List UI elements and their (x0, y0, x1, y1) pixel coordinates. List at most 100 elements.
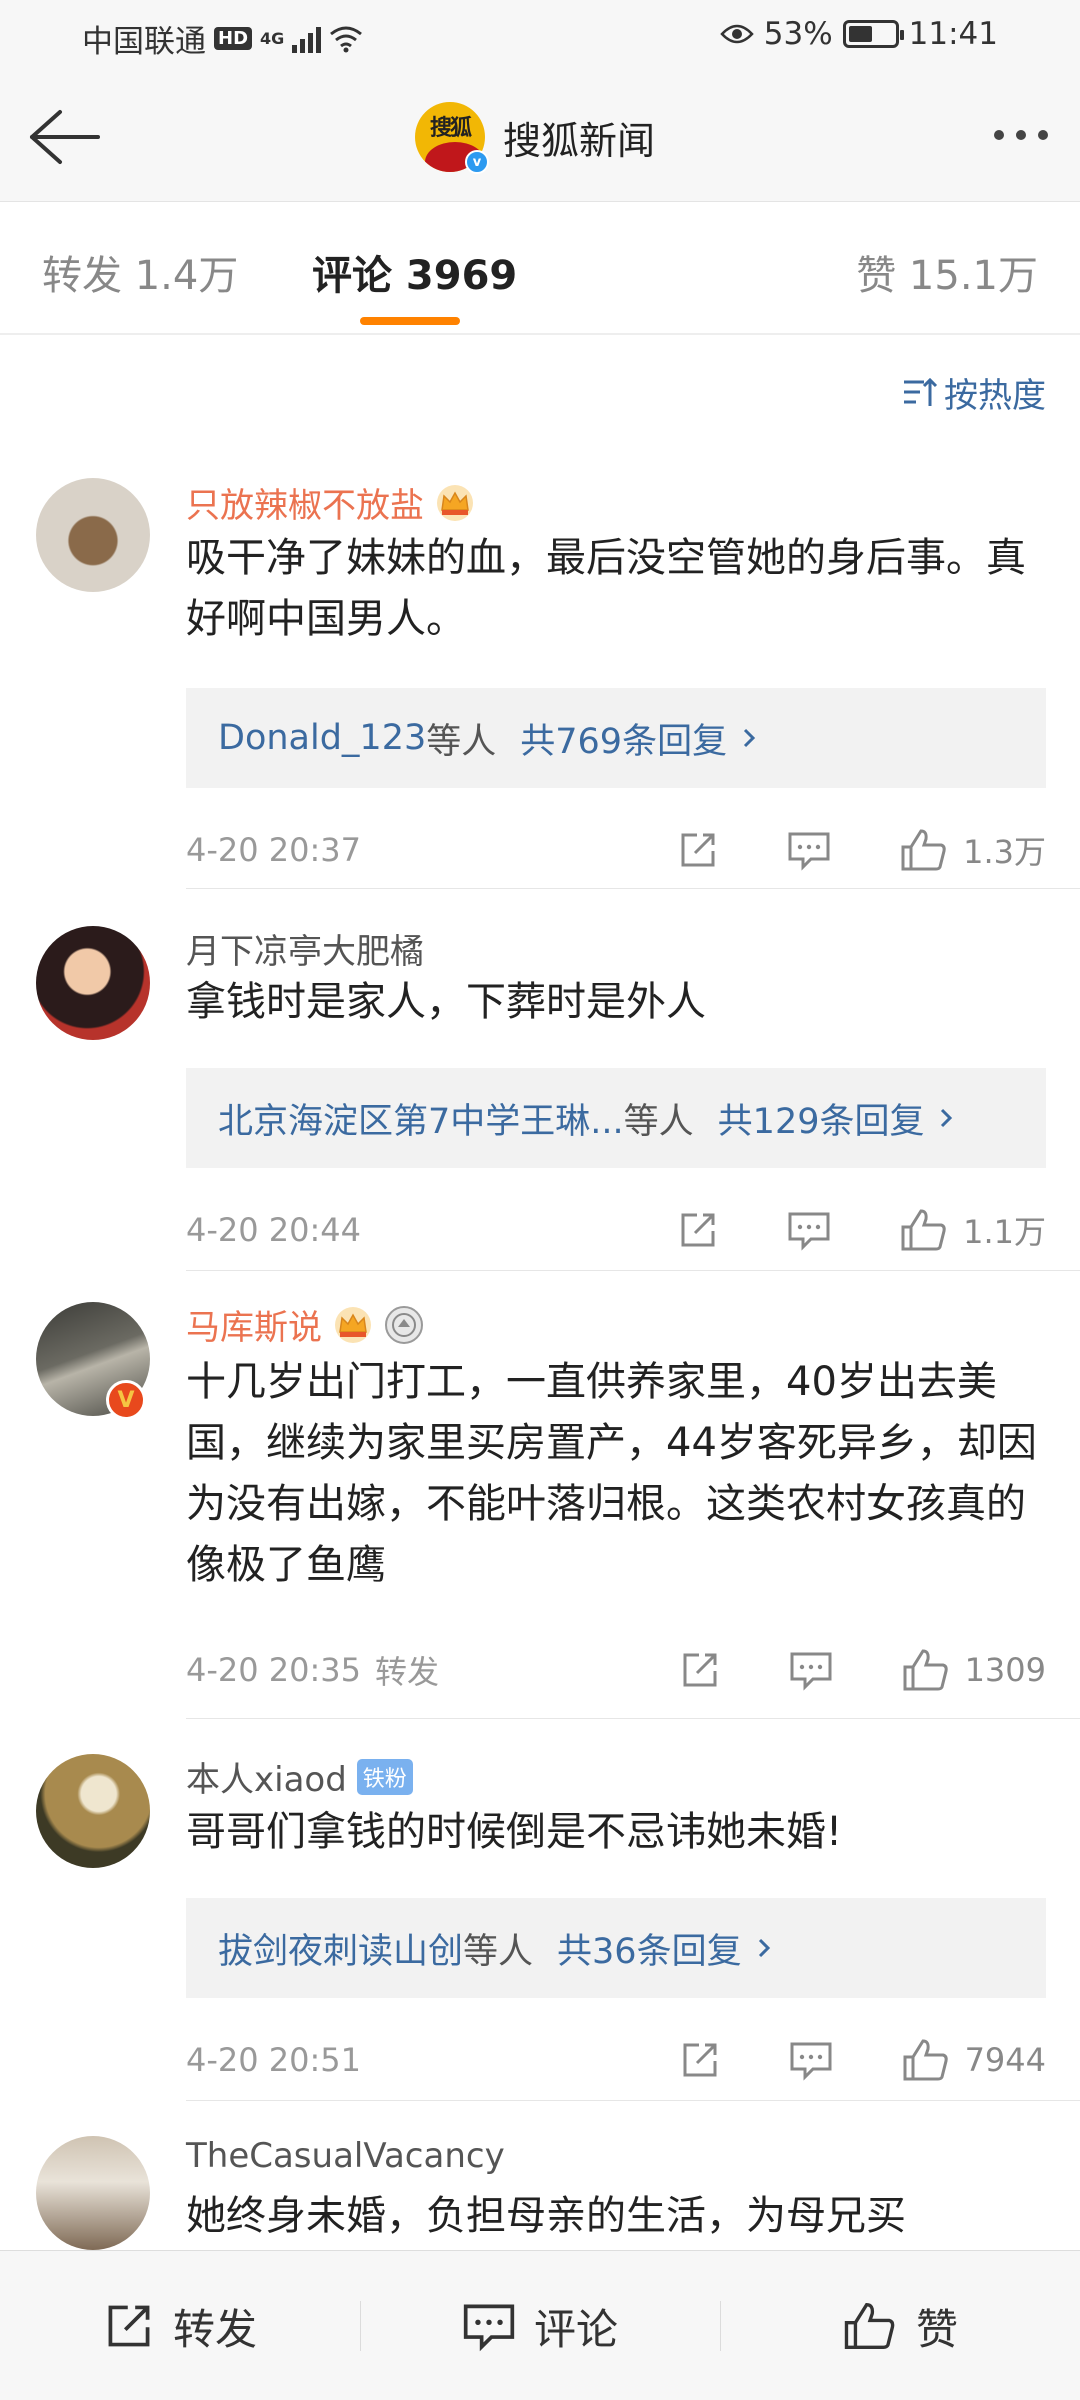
reply-total: 共36条回复 (557, 1931, 742, 1972)
signal-icon (292, 25, 322, 53)
comment-meta: 4-20 20:44 1.1万 (186, 1200, 1046, 1260)
replies-preview[interactable]: 北京海淀区第7中学王琳... 等人 共129条回复 (186, 1068, 1046, 1168)
sort-icon (904, 377, 938, 406)
comment-text: 哥哥们拿钱的时候倒是不忌讳她未婚! (186, 1809, 843, 1855)
comment-author[interactable]: 马库斯说 (186, 1300, 424, 1349)
medal-icon (385, 1305, 423, 1344)
divider (186, 888, 1080, 889)
reply-total: 共769条回复 (520, 721, 728, 762)
share-icon (683, 1653, 717, 1687)
battery-icon (842, 20, 904, 48)
chevron-right-icon (744, 728, 756, 748)
like-count: 1.1万 (963, 1213, 1046, 1251)
tab-comments[interactable]: 评论 3969 (312, 243, 517, 301)
replies-preview[interactable]: 拔剑夜刺读山创 等人 共36条回复 (186, 1898, 1046, 1998)
share-icon (681, 1213, 715, 1247)
comment-author[interactable]: 月下凉亭大肥橘 (186, 924, 424, 973)
like-button[interactable]: 1.1万 (899, 1207, 1046, 1253)
comment-author[interactable]: TheCasualVacancy (186, 2136, 505, 2176)
comment-button[interactable]: 评论 (360, 2251, 720, 2400)
chevron-right-icon (941, 1108, 953, 1128)
tab-forward[interactable]: 转发 1.4万 (42, 243, 238, 301)
username: 马库斯说 (186, 1308, 322, 1348)
battery-percent: 53% (763, 16, 833, 52)
comment-author[interactable]: 本人xiaod 铁粉 (186, 1752, 413, 1801)
reply-users: 北京海淀区第7中学王琳... (218, 1101, 624, 1142)
avatar[interactable] (36, 1754, 150, 1868)
like-button[interactable]: 赞 (720, 2251, 1080, 2400)
like-icon (903, 2039, 948, 2081)
account-title[interactable]: 搜狐 v 搜狐新闻 (415, 102, 656, 174)
clock: 11:41 (908, 16, 998, 52)
logo-text: 搜狐 (429, 116, 472, 141)
sort-label: 按热度 (944, 376, 1046, 416)
share-icon (681, 833, 715, 867)
comment-actions: 1.3万 (677, 820, 1046, 880)
reply-total: 共129条回复 (717, 1101, 925, 1142)
status-bar: 中国联通 HD 4G 53% 11:41 (0, 0, 1080, 72)
like-icon (844, 2303, 895, 2349)
like-button[interactable]: 1.3万 (899, 827, 1046, 873)
network-type: 4G (260, 29, 285, 48)
forward-label: 转发 (172, 2304, 257, 2354)
comment-time: 4-20 20:35 (186, 1651, 362, 1689)
comment-label: 评论 (533, 2304, 618, 2354)
username: TheCasualVacancy (186, 2136, 505, 2176)
comment-icon (790, 1652, 832, 1691)
like-label: 赞 (915, 2304, 958, 2354)
comment-icon (463, 2304, 515, 2352)
like-button[interactable]: 7944 (901, 2037, 1046, 2083)
like-count: 7944 (964, 2041, 1046, 2079)
reply-button[interactable] (789, 2039, 833, 2081)
comment-actions: 1.1万 (677, 1200, 1046, 1260)
comment-time: 4-20 20:44 (186, 1211, 362, 1249)
like-button[interactable]: 1309 (901, 1647, 1046, 1693)
username: 本人xiaod (186, 1760, 347, 1800)
comment-text: 拿钱时是家人，下葬时是外人 (186, 979, 706, 1025)
reply-button[interactable] (787, 1209, 831, 1251)
back-arrow-icon (30, 110, 100, 164)
comment-icon (790, 2042, 832, 2081)
sort-button[interactable]: 按热度 (902, 368, 1046, 417)
reply-button[interactable] (789, 1649, 833, 1691)
avatar[interactable] (36, 926, 150, 1040)
wifi-icon (330, 26, 363, 52)
forward-button[interactable]: 转发 (0, 2251, 360, 2400)
status-right: 53% 11:41 (720, 16, 998, 52)
username: 月下凉亭大肥橘 (186, 932, 424, 972)
divider (186, 1270, 1080, 1271)
reply-etc: 等人 (623, 1101, 694, 1142)
share-button[interactable] (677, 1209, 719, 1251)
share-icon (108, 2305, 150, 2347)
share-button[interactable] (679, 2039, 721, 2081)
page-title: 搜狐新闻 (503, 118, 656, 163)
reply-users: Donald_123 (218, 718, 427, 758)
app-header: 搜狐 v 搜狐新闻 (0, 72, 1080, 202)
verified-icon: V (106, 1380, 146, 1420)
share-button[interactable] (677, 829, 719, 871)
bottom-action-bar: 转发 评论 赞 (0, 2250, 1080, 2400)
fan-badge: 铁粉 (356, 1758, 413, 1795)
like-count: 1309 (964, 1651, 1046, 1689)
back-button[interactable] (24, 102, 104, 172)
more-icon[interactable] (986, 122, 1056, 148)
comment-meta: 4-20 20:37 1.3万 (186, 820, 1046, 880)
comment-icon (788, 1212, 830, 1251)
comment-text: 她终身未婚，负担母亲的生活，为母兄买 (186, 2193, 906, 2239)
replies-preview[interactable]: Donald_123 等人 共769条回复 (186, 688, 1046, 788)
like-icon (901, 1209, 946, 1251)
comment-meta: 4-20 20:51 7944 (186, 2030, 1046, 2090)
reply-button[interactable] (787, 829, 831, 871)
username: 只放辣椒不放盐 (186, 486, 424, 526)
comment-author[interactable]: 只放辣椒不放盐 (186, 478, 476, 527)
comment-actions: 1309 (679, 1640, 1046, 1700)
avatar[interactable] (36, 478, 150, 592)
forwarded-label[interactable]: 转发 (375, 1647, 439, 1693)
comment-item: TheCasualVacancy 她终身未婚，负担母亲的生活，为母兄买 (0, 2136, 1080, 2250)
divider (186, 1718, 1080, 1719)
hd-badge: HD (214, 27, 253, 50)
reply-users: 拔剑夜刺读山创 (218, 1931, 464, 1972)
avatar[interactable] (36, 2136, 150, 2250)
tab-likes[interactable]: 赞 15.1万 (856, 243, 1038, 301)
share-button[interactable] (679, 1649, 721, 1691)
